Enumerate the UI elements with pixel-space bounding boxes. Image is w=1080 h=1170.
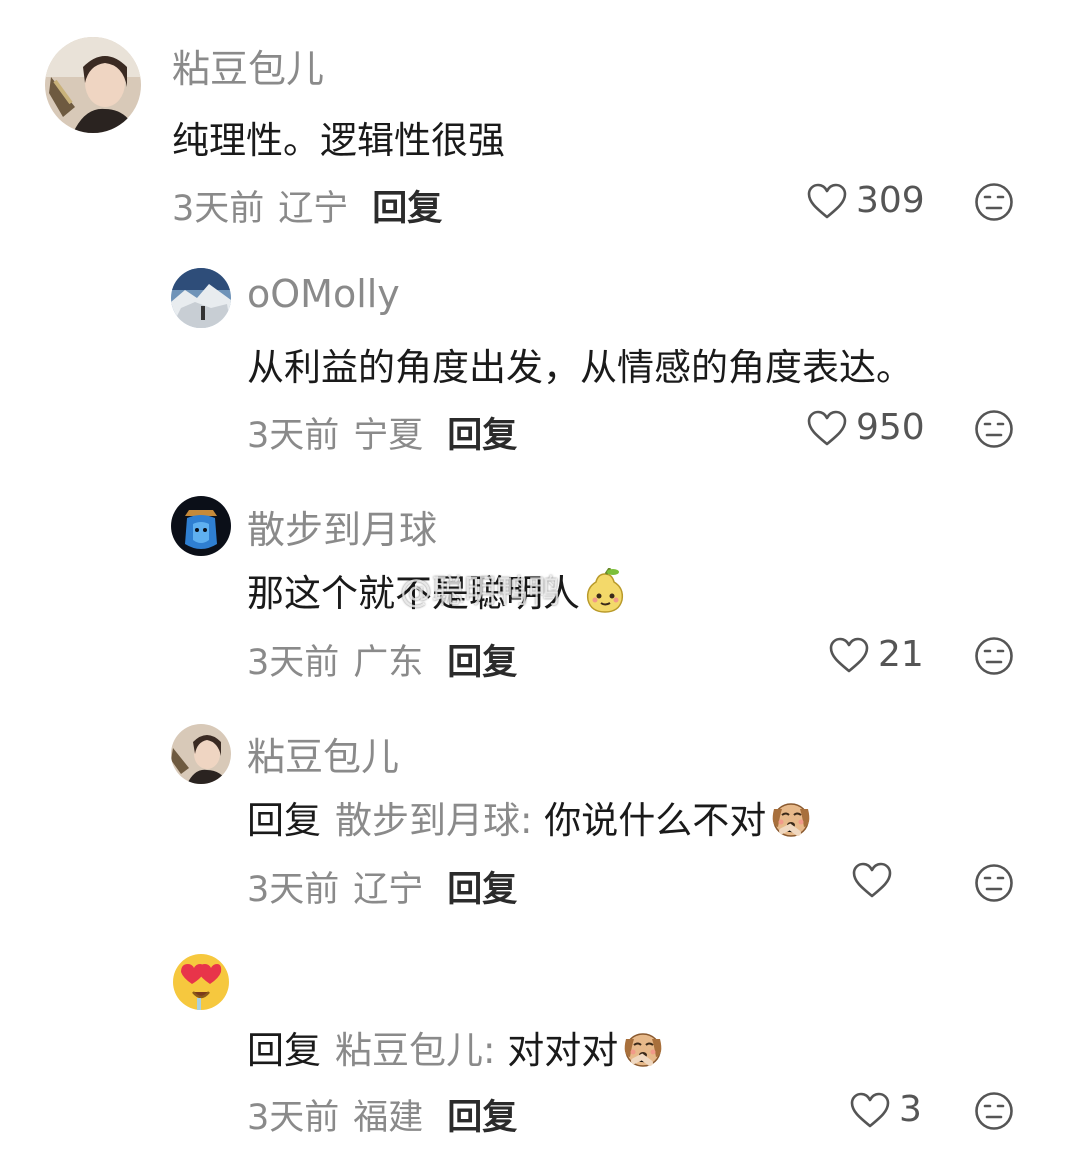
reply-username[interactable]: oOMolly	[247, 272, 400, 316]
reply-text: 你说什么不对	[544, 799, 767, 842]
neutral-face-icon[interactable]	[974, 863, 1014, 903]
reply-content: 回复 粘豆包儿: 对对对	[247, 1020, 666, 1074]
heart-outline-icon	[807, 410, 847, 445]
comment-location: 宁夏	[353, 416, 424, 456]
neutral-face-icon[interactable]	[974, 636, 1014, 676]
like-count: 3	[899, 1089, 922, 1130]
comment-time: 3天前	[247, 870, 340, 910]
heart-outline-icon	[850, 1092, 890, 1127]
avatar[interactable]	[171, 268, 231, 328]
like-count: 309	[856, 180, 925, 221]
reply-username[interactable]: 粘豆包儿	[247, 726, 399, 781]
reply-colon: :	[483, 1029, 496, 1072]
like-button[interactable]	[851, 861, 901, 899]
neutral-face-icon[interactable]	[974, 409, 1014, 449]
comment-time: 3天前	[172, 189, 265, 229]
like-button[interactable]: 309	[806, 180, 925, 221]
reply-button[interactable]: 回复	[447, 870, 517, 910]
like-count: 950	[856, 407, 925, 448]
like-button[interactable]: 21	[828, 634, 924, 675]
like-button[interactable]: 950	[806, 407, 925, 448]
reply-target-username[interactable]: 散步到月球	[335, 799, 520, 842]
reply-colon: :	[520, 799, 533, 842]
reply-text: 对对对	[507, 1029, 619, 1072]
avatar[interactable]	[171, 496, 231, 556]
comment-meta: 3天前 辽宁 回复	[172, 180, 442, 231]
heart-eyes-emoji-icon	[173, 954, 229, 1010]
comment-location: 辽宁	[353, 870, 424, 910]
reply-button[interactable]: 回复	[447, 1098, 517, 1138]
comment-text: 纯理性。逻辑性很强	[172, 119, 505, 162]
comment-location: 福建	[353, 1098, 424, 1138]
comment-section: 粘豆包儿 纯理性。逻辑性很强 3天前 辽宁 回复 309 oOMolly 从利益…	[0, 0, 1080, 1170]
reply-content: 回复 散步到月球: 你说什么不对	[247, 790, 814, 844]
reply-keyword: 回复	[247, 799, 321, 842]
reply-target-username[interactable]: 粘豆包儿	[335, 1029, 483, 1072]
comment-time: 3天前	[247, 416, 340, 456]
reply-keyword: 回复	[247, 1029, 321, 1072]
neutral-face-icon[interactable]	[974, 1091, 1014, 1131]
watermark: @聪明鸭鸭	[400, 572, 561, 610]
pear-emoji-icon	[586, 568, 624, 613]
reply-meta: 3天前 广东 回复	[247, 634, 517, 685]
dog-emoji-icon	[772, 803, 810, 837]
like-button[interactable]: 3	[849, 1089, 922, 1130]
comment-username[interactable]: 粘豆包儿	[172, 38, 324, 93]
reply-username[interactable]: 散步到月球	[247, 499, 437, 554]
heart-outline-icon	[852, 862, 892, 898]
comment-location: 广东	[353, 643, 424, 683]
reply-meta: 3天前 福建 回复	[247, 1089, 517, 1140]
reply-button[interactable]: 回复	[447, 416, 517, 456]
comment-time: 3天前	[247, 643, 340, 683]
dog-emoji-icon	[624, 1033, 662, 1067]
avatar[interactable]	[45, 37, 141, 133]
reply-button[interactable]: 回复	[447, 643, 517, 683]
heart-outline-icon	[829, 637, 869, 672]
avatar[interactable]	[171, 952, 231, 1012]
avatar[interactable]	[171, 724, 231, 784]
like-count: 21	[878, 634, 924, 675]
comment-time: 3天前	[247, 1098, 340, 1138]
reply-text: 从利益的角度出发，从情感的角度表达。	[247, 346, 913, 389]
reply-button[interactable]: 回复	[372, 189, 442, 229]
comment-location: 辽宁	[278, 189, 349, 229]
reply-meta: 3天前 宁夏 回复	[247, 407, 517, 458]
reply-meta: 3天前 辽宁 回复	[247, 861, 517, 912]
heart-outline-icon	[807, 183, 847, 218]
neutral-face-icon[interactable]	[974, 182, 1014, 222]
